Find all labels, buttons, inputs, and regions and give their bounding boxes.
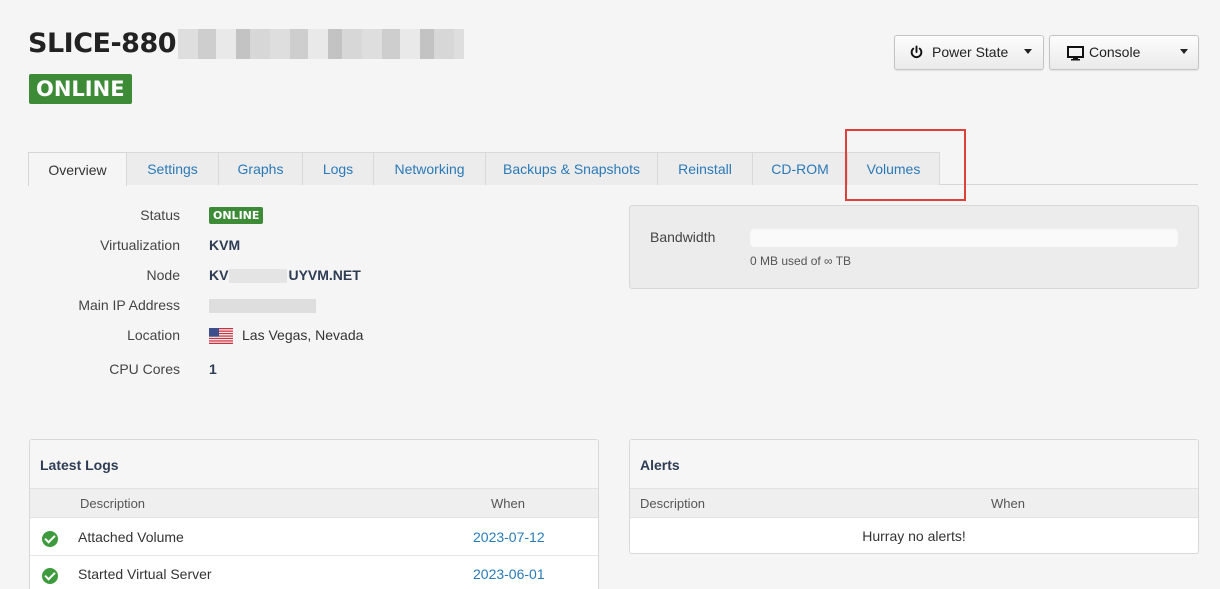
col-when: When	[491, 496, 525, 511]
node-prefix: KV	[209, 267, 229, 283]
alerts-panel: Alerts Description When Hurray no alerts…	[629, 439, 1199, 554]
location-label: Location	[127, 327, 180, 343]
power-icon	[909, 45, 924, 60]
node-suffix: UYVM.NET	[288, 267, 361, 283]
cpu-cores-value: 1	[209, 361, 217, 377]
latest-logs-title: Latest Logs	[40, 457, 119, 473]
redacted-node	[229, 269, 288, 284]
check-circle-icon	[42, 568, 58, 584]
status-badge: ONLINE	[29, 74, 132, 104]
virtualization-value: KVM	[209, 237, 241, 253]
alerts-title: Alerts	[640, 457, 680, 473]
status-pill: ONLINE	[209, 207, 264, 224]
log-description: Started Virtual Server	[78, 566, 212, 582]
location-text: Las Vegas, Nevada	[242, 327, 364, 343]
location-value: Las Vegas, Nevada	[209, 327, 364, 345]
node-value: KV UYVM.NET	[209, 267, 361, 284]
server-name: SLICE-880	[28, 28, 177, 59]
power-state-label: Power State	[932, 44, 1009, 60]
table-row[interactable]: Attached Volume 2023-07-12	[30, 519, 598, 556]
redacted-hostname	[178, 28, 465, 59]
log-description: Attached Volume	[78, 529, 184, 545]
bandwidth-progress-bar	[750, 228, 1178, 247]
status-label: Status	[140, 207, 180, 223]
redacted-ip	[209, 299, 316, 313]
caret-down-icon	[1024, 49, 1032, 54]
tab-graphs[interactable]: Graphs	[218, 152, 303, 185]
tab-settings[interactable]: Settings	[126, 152, 219, 185]
caret-down-icon	[1180, 49, 1188, 54]
console-button[interactable]: Console	[1049, 35, 1199, 70]
bandwidth-label: Bandwidth	[650, 229, 716, 245]
tab-backups-snapshots[interactable]: Backups & Snapshots	[485, 152, 658, 185]
main-ip-label: Main IP Address	[78, 297, 180, 313]
virtualization-label: Virtualization	[100, 237, 180, 253]
node-label: Node	[146, 267, 180, 283]
tab-reinstall[interactable]: Reinstall	[657, 152, 753, 185]
check-circle-icon	[42, 531, 58, 547]
bandwidth-panel: Bandwidth 0 MB used of ∞ TB	[629, 205, 1199, 289]
table-row[interactable]: Started Virtual Server 2023-06-01	[30, 556, 598, 589]
tab-overview[interactable]: Overview	[28, 152, 127, 186]
latest-logs-header: Latest Logs	[30, 440, 598, 489]
monitor-icon	[1067, 46, 1084, 61]
alerts-table-header: Description When	[630, 489, 1198, 518]
tab-networking[interactable]: Networking	[373, 152, 486, 185]
col-description: Description	[640, 496, 706, 511]
latest-logs-panel: Latest Logs Description When Attached Vo…	[29, 439, 599, 589]
page-title: SLICE-880	[28, 28, 465, 59]
us-flag-icon	[209, 328, 233, 345]
tab-logs[interactable]: Logs	[302, 152, 374, 185]
tab-cd-rom[interactable]: CD-ROM	[752, 152, 848, 185]
power-state-button[interactable]: Power State	[894, 35, 1044, 70]
latest-logs-table-header: Description When	[30, 489, 598, 518]
col-when: When	[991, 496, 1025, 511]
console-label: Console	[1089, 44, 1141, 60]
alerts-header: Alerts	[630, 440, 1198, 489]
col-description: Description	[80, 496, 146, 511]
bandwidth-usage-text: 0 MB used of ∞ TB	[750, 254, 852, 268]
log-date-link[interactable]: 2023-07-12	[473, 529, 545, 545]
alerts-empty-message: Hurray no alerts!	[862, 528, 966, 544]
cpu-cores-label: CPU Cores	[109, 361, 180, 377]
highlight-box	[845, 129, 966, 201]
log-date-link[interactable]: 2023-06-01	[473, 566, 545, 582]
